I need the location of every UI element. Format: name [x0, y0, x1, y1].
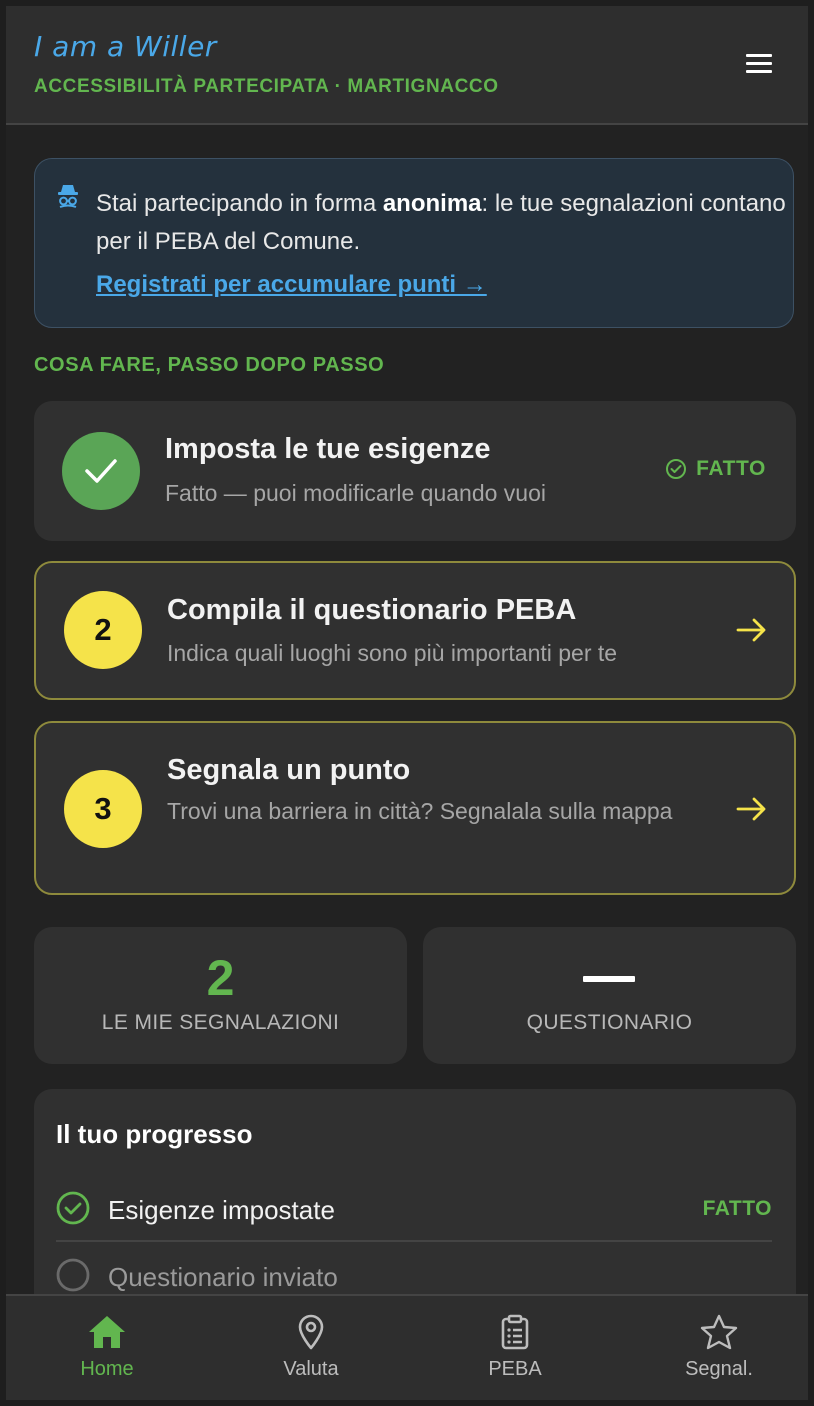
arrow-right-icon	[736, 795, 768, 828]
progress-item-label: Questionario inviato	[108, 1262, 338, 1292]
divider	[56, 1240, 772, 1242]
hamburger-menu-icon[interactable]	[746, 54, 772, 76]
progress-item-label: Esigenze impostate	[108, 1195, 335, 1225]
empty-value-dash	[583, 976, 635, 982]
step-status-text: FATTO	[696, 457, 766, 480]
step-number-circle: 2	[64, 591, 142, 669]
step-number: 3	[94, 791, 112, 826]
step-card-survey[interactable]: 2 Compila il questionario PEBA Indica qu…	[34, 561, 796, 700]
brand-logo[interactable]: I am a Willer	[34, 30, 217, 63]
step-desc: Fatto — puoi modificarle quando vuoi	[165, 480, 546, 506]
app-frame: I am a Willer ACCESSIBILITÀ PARTECIPATA …	[6, 6, 808, 1400]
step-title: Segnala un punto	[167, 754, 411, 786]
step-done-circle	[62, 432, 140, 510]
nav-label: Valuta	[283, 1358, 339, 1380]
step-number-circle: 3	[64, 770, 142, 848]
step-card-needs[interactable]: Imposta le tue esigenze Fatto — puoi mod…	[34, 401, 796, 541]
stat-survey[interactable]: QUESTIONARIO	[423, 927, 796, 1064]
steps-heading: COSA FARE, PASSO DOPO PASSO	[34, 354, 385, 376]
nav-home[interactable]: Home	[7, 1296, 207, 1400]
progress-item: Esigenze impostate FATTO	[56, 1191, 772, 1251]
banner-text: Stai partecipando in forma anonima: le t…	[96, 185, 786, 261]
progress-title: Il tuo progresso	[56, 1119, 253, 1149]
step-status-badge: FATTO	[665, 457, 766, 481]
nav-label: Home	[80, 1358, 134, 1380]
register-link[interactable]: Registrati per accumulare punti →	[96, 271, 487, 299]
incognito-icon	[57, 183, 79, 214]
stat-survey-label: QUESTIONARIO	[526, 1011, 693, 1034]
step-desc: Trovi una barriera in città? Segnalala s…	[167, 798, 673, 824]
map-pin-icon	[297, 1314, 325, 1355]
app-header: I am a Willer ACCESSIBILITÀ PARTECIPATA …	[6, 6, 808, 125]
step-title: Compila il questionario PEBA	[167, 594, 577, 626]
banner-text-bold: anonima	[382, 190, 482, 217]
step-desc: Indica quali luoghi sono più importanti …	[167, 640, 618, 666]
arrow-right-icon	[736, 616, 768, 649]
stat-reports-label: LE MIE SEGNALAZIONI	[101, 1011, 340, 1034]
step-title: Imposta le tue esigenze	[165, 433, 491, 465]
progress-item-status: FATTO	[702, 1197, 772, 1220]
bottom-navigation: Home Valuta PEBA Segnal.	[6, 1294, 808, 1400]
nav-label: PEBA	[488, 1358, 542, 1380]
star-icon	[700, 1314, 738, 1355]
stat-my-reports[interactable]: 2 LE MIE SEGNALAZIONI	[34, 927, 407, 1064]
step-number: 2	[94, 612, 112, 647]
check-icon	[85, 459, 117, 483]
empty-circle-icon	[56, 1258, 90, 1297]
banner-text-prefix: Stai partecipando in forma	[96, 190, 383, 217]
anonymous-banner: Stai partecipando in forma anonima: le t…	[34, 158, 794, 328]
nav-peba[interactable]: PEBA	[415, 1296, 615, 1400]
app-subtitle: ACCESSIBILITÀ PARTECIPATA · MARTIGNACCO	[34, 76, 499, 97]
home-icon	[87, 1314, 127, 1355]
step-card-report[interactable]: 3 Segnala un punto Trovi una barriera in…	[34, 721, 796, 895]
clipboard-icon	[500, 1314, 530, 1355]
nav-label: Segnal.	[685, 1358, 753, 1380]
stat-reports-value: 2	[206, 950, 235, 1006]
check-circle-icon	[666, 459, 687, 479]
check-circle-icon	[56, 1191, 90, 1230]
nav-valuta[interactable]: Valuta	[211, 1296, 411, 1400]
nav-segnalazioni[interactable]: Segnal.	[619, 1296, 808, 1400]
